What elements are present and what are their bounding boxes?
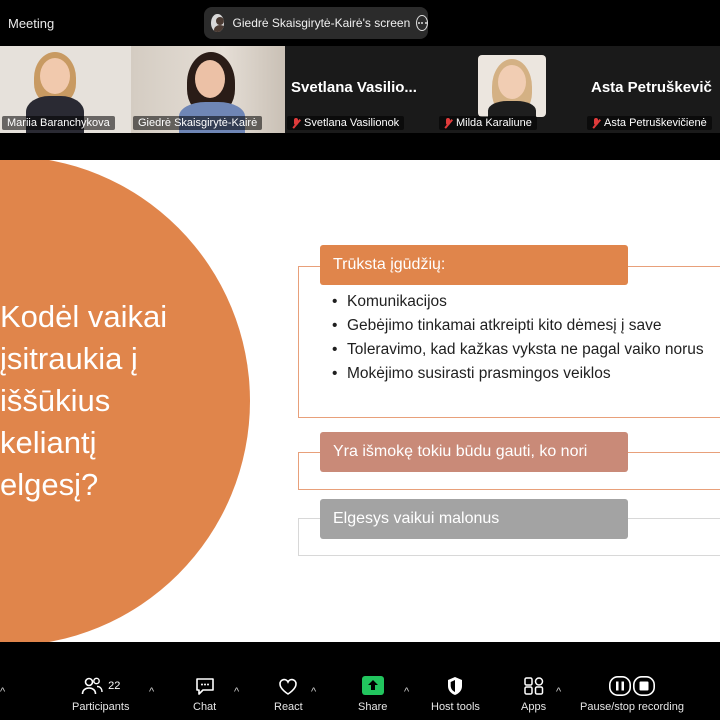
participant-display-name: Asta Petruškevič [591,79,712,96]
bullet-item: Mokėjimo susirasti prasmingos veiklos [330,364,710,384]
question-line: Kodėl vaikai [0,299,168,334]
share-screen-icon [361,676,384,695]
question-line: keliantį [0,425,97,460]
screen-share-label: Giedrė Skaisgirytė-Kairė's screen [232,16,411,30]
stop-icon [632,676,655,696]
question-line: iššūkius [0,383,111,418]
question-line: įsitraukia į [0,341,138,376]
participant-tile[interactable]: Asta Petruškevič Asta Petruškevičienė [585,46,720,133]
participant-name-row: Svetlana Vasilionok [287,116,405,130]
apps-button[interactable]: Apps [521,676,546,713]
participant-name: Asta Petruškevičienė [604,117,707,129]
participant-count: 22 [108,680,121,692]
heart-icon [279,678,298,695]
chevron-up-icon[interactable]: ^ [234,686,239,698]
bullet-item: Komunikacijos [330,292,710,312]
host-tools-button[interactable]: Host tools [431,676,480,713]
participant-name: Giedrė Skaisgirytė-Kairė [133,116,263,130]
share-label: Share [358,701,388,713]
participant-name: Milda Karaliune [456,117,532,129]
presenter-avatar [211,14,224,32]
meeting-toolbar: ^ 22 Participants ^ Chat ^ React ^ Share… [0,660,720,720]
participant-display-name: Svetlana Vasilio... [291,79,417,96]
react-button[interactable]: React [274,676,303,713]
share-button[interactable]: Share [358,676,387,713]
participant-video [478,55,546,117]
pause-stop-recording-button[interactable]: Pause/stop recording [580,676,684,713]
participant-strip: Mariia Baranchykova Giedrė Skaisgirytė-K… [0,46,720,133]
participant-name: Mariia Baranchykova [2,116,115,130]
slide-question: Kodėl vaikai įsitraukia į iššūkius kelia… [0,296,240,506]
skills-bullet-list: Komunikacijos Gebėjimo tinkamai atkreipt… [330,292,710,388]
participants-button[interactable]: 22 Participants [72,676,129,713]
shared-screen: Kodėl vaikai įsitraukia į iššūkius kelia… [0,160,720,642]
recording-label: Pause/stop recording [580,701,684,713]
chat-icon [195,678,214,695]
participant-tile-active-speaker[interactable]: Giedrė Skaisgirytė-Kairė [131,46,285,133]
chevron-up-icon[interactable]: ^ [149,686,154,698]
more-options-icon[interactable] [416,15,428,31]
chevron-up-icon[interactable]: ^ [311,686,316,698]
section-heading-pleasant: Elgesys vaikui malonus [320,499,628,539]
question-line: elgesį? [0,467,99,502]
section-heading-skills: Trūksta įgūdžių: [320,245,628,285]
react-label: React [274,701,303,713]
participant-tile[interactable]: Svetlana Vasilio... Svetlana Vasilionok [285,46,437,133]
screen-share-banner[interactable]: Giedrė Skaisgirytė-Kairė's screen [204,7,428,39]
shield-icon [448,677,463,695]
participant-name-row: Asta Petruškevičienė [587,116,712,130]
mic-muted-icon [292,117,300,129]
participant-name: Svetlana Vasilionok [304,117,400,129]
top-bar: Meeting Giedrė Skaisgirytė-Kairė's scree… [0,0,720,46]
participant-tile[interactable]: Milda Karaliune [437,46,585,133]
mic-muted-icon [592,117,600,129]
apps-icon [523,677,543,695]
chevron-up-icon[interactable]: ^ [0,686,5,698]
window-title: Meeting [8,16,55,31]
apps-label: Apps [521,701,547,713]
chevron-up-icon[interactable]: ^ [556,686,561,698]
mic-muted-icon [444,117,452,129]
chat-label: Chat [193,701,217,713]
chat-button[interactable]: Chat [193,676,216,713]
chevron-up-icon[interactable]: ^ [404,686,409,698]
bullet-item: Gebėjimo tinkamai atkreipti kito dėmesį … [330,316,710,336]
bullet-item: Toleravimo, kad kažkas vyksta ne pagal v… [330,340,710,360]
host-tools-label: Host tools [431,701,480,713]
participant-name-row: Milda Karaliune [439,116,537,130]
section-heading-learned: Yra išmokę tokiu būdu gauti, ko nori [320,432,628,472]
pause-icon [608,676,631,696]
participants-label: Participants [72,701,130,713]
participants-icon [81,677,103,695]
participant-tile[interactable]: Mariia Baranchykova [0,46,131,133]
